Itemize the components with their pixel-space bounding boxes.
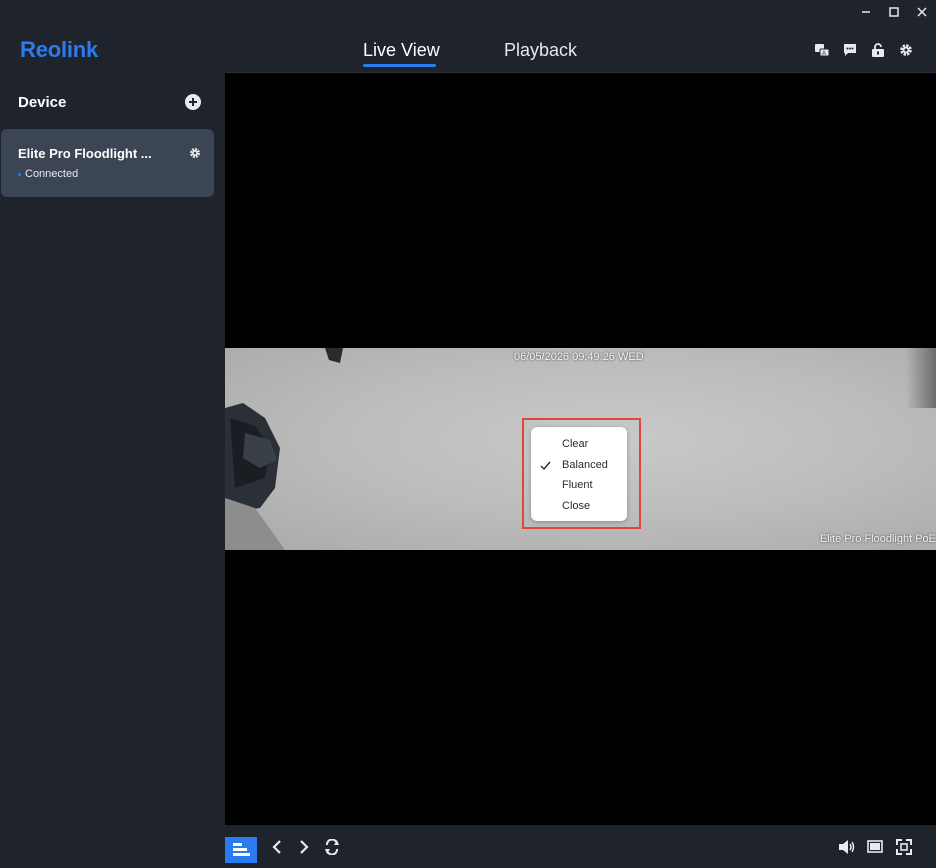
camera-scene-shadow xyxy=(906,348,936,408)
close-icon[interactable] xyxy=(908,0,936,24)
settings-icon[interactable] xyxy=(898,42,914,58)
screen-icon[interactable] xyxy=(864,836,886,858)
minimize-icon[interactable] xyxy=(852,0,880,24)
menu-item-balanced[interactable]: Balanced xyxy=(531,455,627,476)
tab-live-view[interactable]: Live View xyxy=(363,40,440,61)
add-icon[interactable] xyxy=(185,94,201,110)
status-dot-icon xyxy=(18,172,21,176)
device-name: Elite Pro Floodlight ... xyxy=(18,146,152,161)
menu-item-label: Fluent xyxy=(562,479,593,491)
device-status: Connected xyxy=(18,168,78,180)
app-window: Reolink Live View Playback A Device Elit… xyxy=(0,0,936,868)
sidebar: Device Elite Pro Floodlight ... Connecte… xyxy=(0,72,225,868)
stream-quality-menu: Clear Balanced Fluent Close xyxy=(531,427,627,521)
live-view-area[interactable]: 06/05/2026 09:49:26 WED Elite Pro Floodl… xyxy=(225,72,936,825)
active-tab-indicator xyxy=(363,64,436,67)
device-card[interactable]: Elite Pro Floodlight ... Connected xyxy=(1,129,214,197)
menu-item-label: Balanced xyxy=(562,458,608,471)
header: Reolink Live View Playback A xyxy=(0,24,936,72)
menu-item-label: Close xyxy=(562,499,591,512)
previous-icon[interactable] xyxy=(266,836,288,858)
fullscreen-icon[interactable] xyxy=(893,836,915,858)
refresh-icon[interactable] xyxy=(321,836,343,858)
reolink-logo: Reolink xyxy=(20,37,99,62)
layout-icon[interactable] xyxy=(225,837,257,863)
language-icon[interactable]: A xyxy=(814,42,830,58)
volume-icon[interactable] xyxy=(836,836,858,858)
tab-playback[interactable]: Playback xyxy=(504,40,577,61)
header-icons: A xyxy=(814,42,914,58)
device-status-text: Connected xyxy=(25,168,79,180)
maximize-icon[interactable] xyxy=(880,0,908,24)
window-controls xyxy=(852,0,936,24)
next-icon[interactable] xyxy=(293,836,315,858)
bottom-toolbar xyxy=(225,825,936,868)
camera-scene-object xyxy=(225,348,343,550)
menu-item-fluent[interactable]: Fluent xyxy=(531,475,627,496)
checkmark-icon xyxy=(540,461,551,470)
menu-item-clear[interactable]: Clear xyxy=(531,434,627,455)
message-icon[interactable] xyxy=(842,42,858,58)
camera-feed[interactable]: 06/05/2026 09:49:26 WED Elite Pro Floodl… xyxy=(225,348,936,550)
video-timestamp: 06/05/2026 09:49:26 WED xyxy=(514,351,644,363)
device-settings-icon[interactable] xyxy=(189,146,201,158)
lock-icon[interactable] xyxy=(870,42,886,58)
svg-text:A: A xyxy=(822,51,826,57)
menu-item-close[interactable]: Close xyxy=(531,496,627,517)
menu-item-label: Clear xyxy=(562,438,589,450)
camera-name-overlay: Elite Pro Floodlight PoE xyxy=(819,533,936,545)
sidebar-title: Device xyxy=(18,94,67,111)
